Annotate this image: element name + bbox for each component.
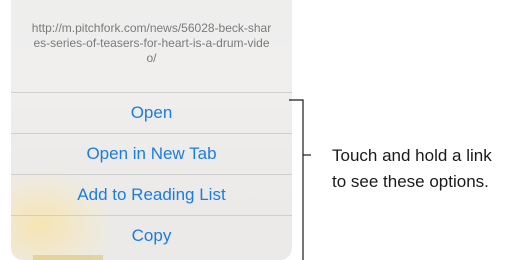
callout-bracket — [289, 99, 311, 260]
callout-text: Touch and hold a link to see these optio… — [332, 143, 528, 195]
action-list: Open Open in New Tab Add to Reading List… — [11, 92, 292, 256]
add-to-reading-list-button[interactable]: Add to Reading List — [11, 174, 292, 215]
link-url-header: http://m.pitchfork.com/news/56028-beck-s… — [11, 0, 292, 92]
callout-line-1: Touch and hold a link — [332, 146, 492, 165]
copy-button[interactable]: Copy — [11, 215, 292, 256]
link-action-sheet: http://m.pitchfork.com/news/56028-beck-s… — [11, 0, 292, 260]
link-url: http://m.pitchfork.com/news/56028-beck-s… — [31, 20, 272, 65]
open-button[interactable]: Open — [11, 92, 292, 133]
callout-line-2: to see these options. — [332, 172, 489, 191]
open-in-new-tab-button[interactable]: Open in New Tab — [11, 133, 292, 174]
screenshot-canvas: http://m.pitchfork.com/news/56028-beck-s… — [0, 0, 528, 260]
